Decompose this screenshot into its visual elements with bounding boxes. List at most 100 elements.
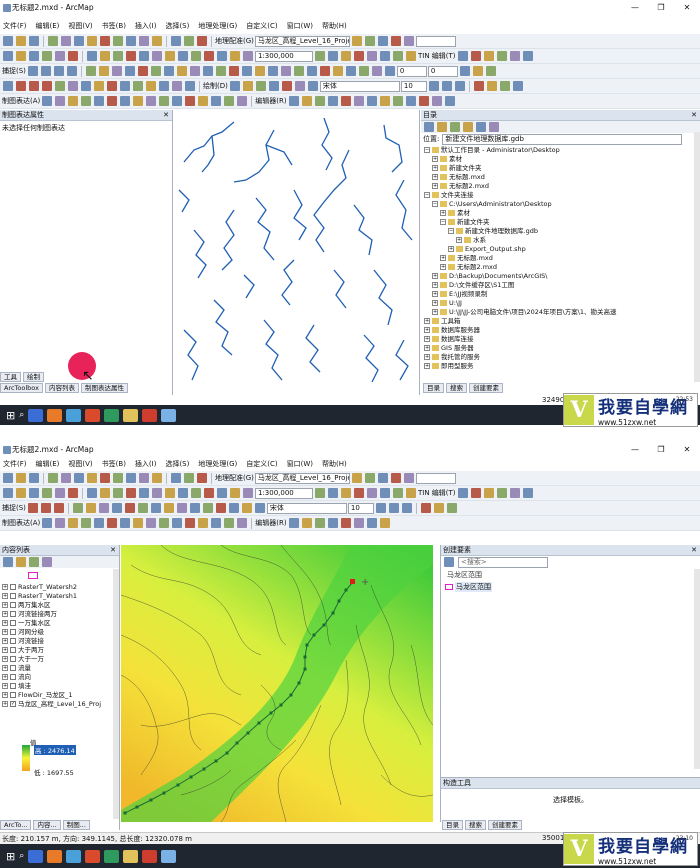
tool-icon[interactable] [393, 488, 403, 498]
tool-icon[interactable] [377, 36, 388, 46]
tool-icon[interactable] [202, 66, 213, 76]
tool-icon[interactable] [392, 96, 403, 106]
tool-icon[interactable] [61, 36, 71, 46]
number-field-1[interactable]: 0 [396, 65, 427, 77]
tool-icon[interactable] [16, 488, 26, 498]
expand-icon[interactable]: + [432, 282, 438, 288]
tool-icon[interactable] [100, 488, 110, 498]
tool-icon[interactable] [139, 51, 149, 61]
list-by-source-icon[interactable] [16, 557, 26, 567]
drawing-menu[interactable]: 绘制(D) [203, 81, 228, 91]
tool-icon[interactable] [184, 473, 194, 483]
menu-edit[interactable]: 编辑(E) [36, 21, 60, 31]
tool-icon[interactable] [364, 473, 375, 483]
tool-icon[interactable] [340, 518, 351, 528]
tool-icon[interactable] [345, 66, 356, 76]
layer-item[interactable]: + 流量 [2, 664, 101, 673]
tool-icon[interactable] [74, 473, 84, 483]
tool-icon[interactable] [53, 503, 64, 513]
tool-icon[interactable] [185, 96, 196, 106]
layer-visibility-checkbox[interactable] [10, 584, 16, 590]
tool-icon[interactable] [380, 488, 390, 498]
tool-icon[interactable] [139, 488, 149, 498]
tool-icon[interactable] [53, 66, 64, 76]
menu-help[interactable]: 帮助(H) [322, 21, 347, 31]
font-dropdown[interactable]: 宋体 [266, 502, 347, 514]
tab-toc[interactable]: 内容列表 [44, 383, 79, 393]
folder-connect-icon[interactable] [463, 122, 473, 132]
tool-icon[interactable] [111, 66, 122, 76]
tool-icon[interactable] [496, 51, 507, 61]
taskbar-app-icon[interactable] [28, 408, 44, 422]
catalog-item[interactable]: + 无标题2.mxd [424, 263, 697, 272]
tool-icon[interactable] [184, 36, 194, 46]
tab-create-features[interactable]: 创建要素 [488, 820, 522, 830]
expand-icon[interactable]: + [432, 156, 438, 162]
expand-icon[interactable]: + [2, 656, 8, 662]
tool-icon[interactable] [126, 473, 136, 483]
tool-icon[interactable] [483, 488, 494, 498]
menu-file[interactable]: 文件(F) [3, 21, 27, 31]
tool-icon[interactable] [113, 36, 123, 46]
tool-icon[interactable] [301, 96, 312, 106]
tool-icon[interactable] [224, 518, 235, 528]
expand-icon[interactable]: + [456, 237, 462, 243]
tool-icon[interactable] [379, 518, 390, 528]
catalog-item[interactable]: + 水系 [424, 236, 697, 245]
catalog-item[interactable]: + U:\JJ\JJ-公司电脑文件\项目\2024年项目\方案\1、勘关高速 [424, 308, 697, 317]
tool-icon[interactable] [48, 36, 58, 46]
tool-icon[interactable] [403, 36, 414, 46]
tool-icon[interactable] [126, 488, 136, 498]
layer-item[interactable]: + RasterT_Watersh2 [2, 583, 101, 592]
tool-icon[interactable] [217, 488, 227, 498]
taskbar-app-icon[interactable] [66, 408, 82, 422]
map-view-dem[interactable]: + [121, 545, 433, 822]
expand-icon[interactable]: + [2, 683, 8, 689]
tool-icon[interactable] [81, 96, 92, 106]
tool-icon[interactable] [211, 96, 222, 106]
tool-icon[interactable] [254, 66, 265, 76]
lookup-field[interactable] [415, 472, 456, 484]
italic-icon[interactable] [388, 503, 399, 513]
tool-icon[interactable] [288, 518, 299, 528]
tool-icon[interactable] [280, 66, 291, 76]
tool-icon[interactable] [211, 518, 222, 528]
catalog-item[interactable]: − 默认工作目录 - Administrator\Desktop [424, 146, 697, 155]
tool-icon[interactable] [87, 51, 97, 61]
tool-icon[interactable] [293, 66, 304, 76]
tool-icon[interactable] [42, 488, 52, 498]
tool-icon[interactable] [133, 96, 144, 106]
template-search-input[interactable]: <搜索> [458, 556, 548, 568]
tool-icon[interactable] [126, 51, 136, 61]
taskbar-app-icon[interactable] [85, 408, 101, 422]
tool-icon[interactable] [98, 503, 109, 513]
editor-menu[interactable]: 编辑器(R) [255, 96, 286, 106]
taskbar-app-icon[interactable] [66, 849, 82, 863]
tool-icon[interactable] [68, 96, 79, 106]
tool-icon[interactable] [230, 51, 240, 61]
tool-icon[interactable] [171, 36, 181, 46]
tool-icon[interactable] [340, 96, 351, 106]
tool-icon[interactable] [522, 488, 533, 498]
organize-templates-icon[interactable] [444, 557, 454, 567]
tool-icon[interactable] [457, 51, 468, 61]
tool-icon[interactable] [87, 36, 97, 46]
tool-icon[interactable] [171, 473, 181, 483]
tool-icon[interactable] [328, 488, 338, 498]
taskbar-app-icon[interactable] [104, 408, 120, 422]
tool-icon[interactable] [163, 503, 174, 513]
expand-icon[interactable]: + [2, 602, 8, 608]
tool-icon[interactable] [152, 473, 162, 483]
tool-icon[interactable] [27, 66, 38, 76]
tool-icon[interactable] [139, 36, 149, 46]
tool-icon[interactable] [315, 51, 325, 61]
tool-icon[interactable] [159, 518, 170, 528]
scale-dropdown[interactable]: 1:300,000 [255, 487, 313, 499]
tool-icon[interactable] [198, 518, 209, 528]
tool-icon[interactable] [150, 503, 161, 513]
layer-item[interactable]: + 河流链接两万 [2, 610, 101, 619]
expand-icon[interactable]: + [2, 629, 8, 635]
tool-icon[interactable] [146, 81, 156, 91]
expand-icon[interactable]: + [424, 336, 430, 342]
tool-icon[interactable] [152, 36, 162, 46]
